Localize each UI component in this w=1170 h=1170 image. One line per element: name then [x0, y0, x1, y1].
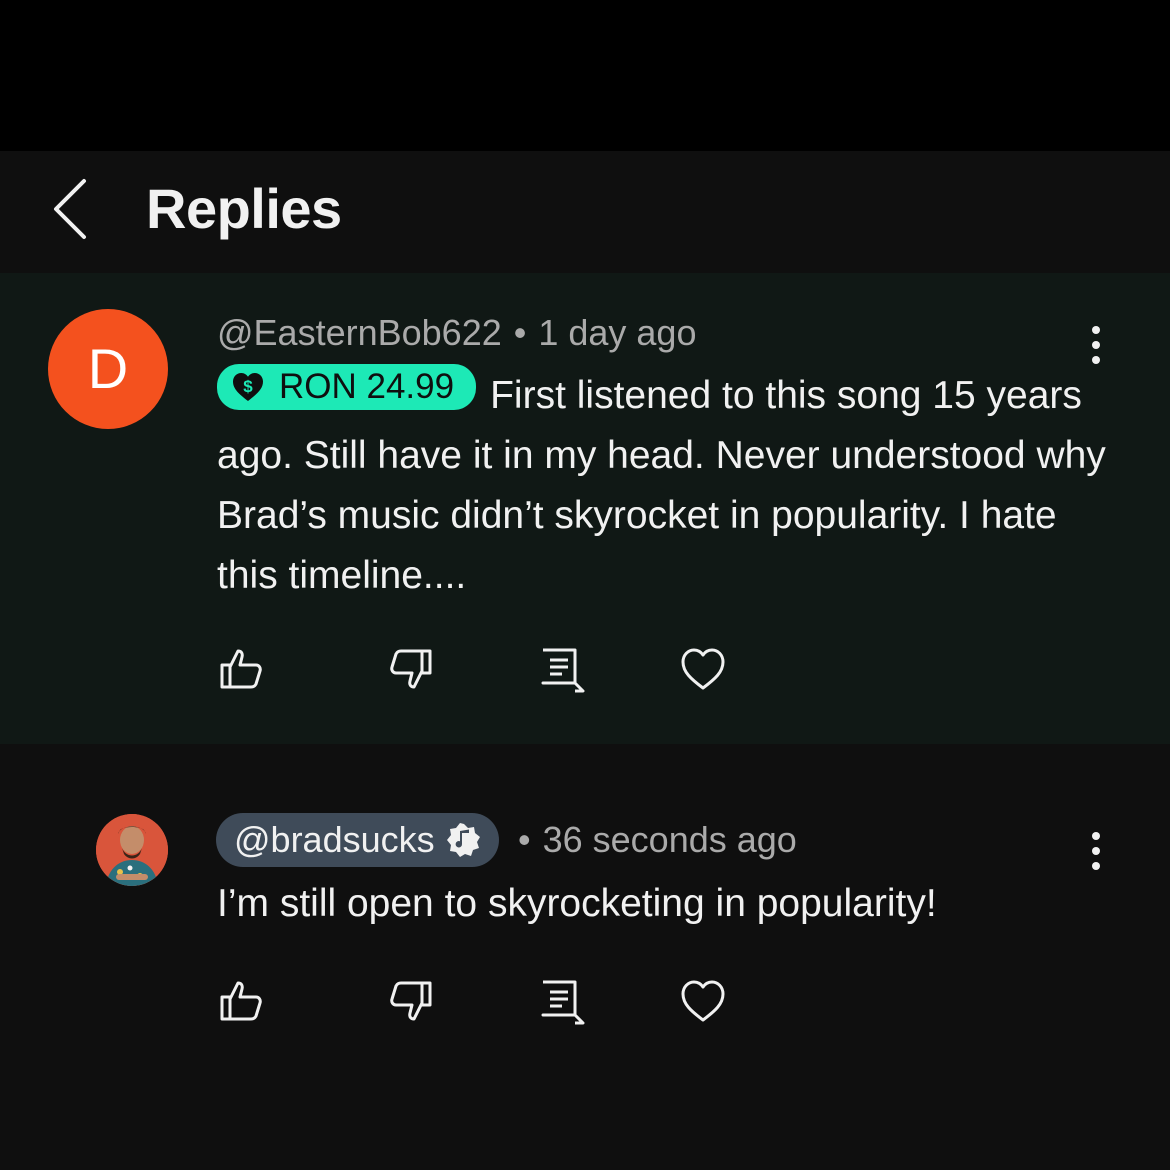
author-handle: @bradsucks	[234, 819, 435, 860]
like-icon	[220, 649, 262, 689]
heart-icon	[681, 980, 725, 1022]
chevron-left-icon	[54, 179, 86, 239]
dislike-icon	[390, 649, 432, 689]
comment-actions	[0, 977, 1170, 1037]
comment-text: I’m still open to skyrocketing in popula…	[217, 882, 937, 925]
dislike-icon	[390, 981, 432, 1021]
header: Replies	[0, 151, 1170, 273]
heart-button[interactable]	[679, 977, 727, 1025]
reply-comment: @bradsucks • 36 seconds ago I’m still ope…	[0, 744, 1170, 1170]
heart-button[interactable]	[679, 645, 727, 693]
reply-icon	[541, 648, 585, 693]
comment-actions	[0, 645, 1170, 705]
avatar[interactable]	[96, 814, 168, 886]
profile-photo-icon	[96, 814, 168, 886]
author-handle[interactable]: @EasternBob622	[217, 312, 502, 353]
status-bar	[0, 0, 1170, 151]
comment-meta: • 36 seconds ago	[518, 818, 797, 862]
separator-dot: •	[513, 312, 527, 353]
super-thanks-badge: $ RON 24.99	[217, 364, 477, 410]
dislike-button[interactable]	[386, 977, 434, 1025]
reply-button[interactable]	[538, 977, 586, 1025]
super-thanks-amount: RON 24.99	[279, 367, 455, 406]
heart-dollar-icon: $	[233, 373, 263, 401]
channel-owner-chip[interactable]: @bradsucks	[216, 813, 499, 867]
comment-meta: @EasternBob622 • 1 day ago	[217, 311, 696, 355]
reply-button[interactable]	[538, 645, 586, 693]
dislike-button[interactable]	[386, 645, 434, 693]
more-vertical-icon	[1092, 832, 1100, 870]
timestamp: 1 day ago	[538, 312, 697, 353]
svg-text:$: $	[243, 377, 253, 396]
parent-comment: D @EasternBob622 • 1 day ago $ RON 24.99 F…	[0, 273, 1170, 744]
more-options-button[interactable]	[1081, 828, 1111, 878]
avatar[interactable]: D	[48, 309, 168, 429]
heart-icon	[681, 648, 725, 690]
timestamp: 36 seconds ago	[542, 819, 797, 860]
like-icon	[220, 981, 262, 1021]
page-title: Replies	[146, 177, 342, 240]
back-button[interactable]	[40, 175, 104, 247]
comment-text-block: $ RON 24.99 First listened to this song …	[217, 364, 1117, 606]
reply-icon	[541, 980, 585, 1025]
music-note-badge-icon	[446, 823, 480, 857]
like-button[interactable]	[218, 977, 266, 1025]
separator-dot: •	[518, 819, 531, 860]
like-button[interactable]	[218, 645, 266, 693]
